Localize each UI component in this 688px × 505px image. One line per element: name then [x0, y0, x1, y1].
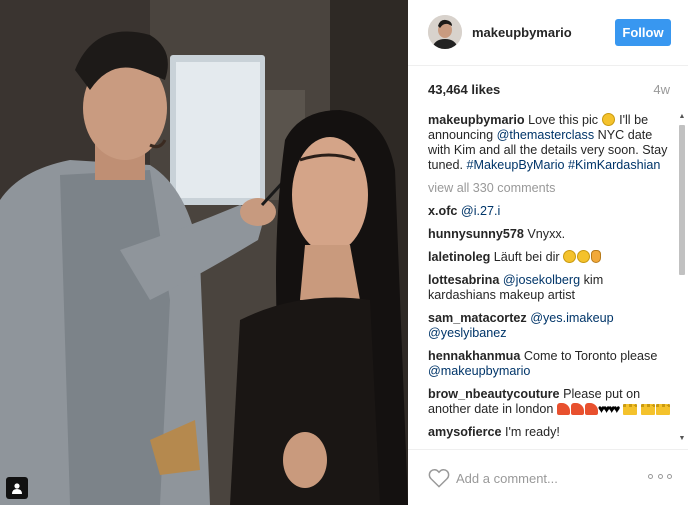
- caption: makeupbymario Love this pic I'll be anno…: [428, 113, 674, 173]
- comment-item: lottesabrina @josekolberg kim kardashian…: [428, 273, 674, 303]
- comment-item: laletinoleg Läuft bei dir: [428, 250, 674, 265]
- heart-outline-icon[interactable]: [428, 468, 450, 488]
- comment-mention[interactable]: @josekolberg: [503, 273, 580, 287]
- comments-scrollbar[interactable]: ▲ ▼: [678, 113, 686, 443]
- scroll-down-arrow-icon[interactable]: ▼: [678, 435, 686, 443]
- comment-item: amysofierce I'm ready!: [428, 425, 674, 440]
- grinning-emoji-icon: [563, 250, 577, 263]
- crown-emoji-icon: [641, 404, 656, 415]
- comment-text: Come to Toronto please: [523, 349, 658, 363]
- comment-text: Läuft bei dir: [493, 250, 560, 264]
- high-heel-emoji-icon: [584, 403, 598, 415]
- likes-count[interactable]: 43,464 likes: [428, 82, 500, 97]
- comment-username[interactable]: brow_nbeautycouture: [428, 387, 560, 401]
- dot: [667, 474, 672, 479]
- comment-username[interactable]: amysofierce: [428, 425, 502, 439]
- comment-mention[interactable]: @yeslyibanez: [428, 326, 507, 340]
- post-header: makeupbymario Follow: [408, 0, 688, 66]
- follow-button[interactable]: Follow: [615, 19, 671, 46]
- caption-hashtag[interactable]: #KimKardashian: [568, 158, 660, 172]
- avatar-image: [428, 15, 462, 49]
- comment-username[interactable]: lottesabrina: [428, 273, 499, 287]
- comments-list[interactable]: makeupbymario Love this pic I'll be anno…: [428, 113, 674, 443]
- more-options-icon[interactable]: [648, 474, 672, 482]
- comment-item: x.ofc @i.27.i: [428, 204, 674, 219]
- comment-mention[interactable]: @yes.imakeup: [530, 311, 613, 325]
- comment-username[interactable]: laletinoleg: [428, 250, 490, 264]
- comment-username[interactable]: hennakhanmua: [428, 349, 520, 363]
- post-footer: [408, 449, 688, 505]
- smiling-emoji-icon: [601, 113, 615, 126]
- comment-item: hennakhanmua Come to Toronto please @mak…: [428, 349, 674, 379]
- black-heart-emoji-icon: ♥: [613, 402, 621, 416]
- crown-emoji-icon: [622, 404, 637, 415]
- comment-item: sam_matacortez @yes.imakeup @yeslyibanez: [428, 311, 674, 341]
- post-photo[interactable]: [0, 0, 408, 505]
- user-tag-glyph: [12, 483, 22, 494]
- likes-row: 43,464 likes 4w: [428, 82, 670, 98]
- comment-item: hunnysunny578 Vnyxx.: [428, 227, 674, 242]
- scroll-up-arrow-icon[interactable]: ▲: [678, 113, 686, 121]
- avatar[interactable]: [428, 15, 462, 49]
- post-age[interactable]: 4w: [653, 82, 670, 97]
- user-tag-icon[interactable]: [6, 477, 28, 499]
- caption-username[interactable]: makeupbymario: [428, 113, 525, 127]
- post-sidebar: makeupbymario Follow 43,464 likes 4w mak…: [408, 0, 688, 505]
- crown-emoji-icon: [656, 404, 671, 415]
- post-username[interactable]: makeupbymario: [472, 25, 572, 40]
- scroll-thumb[interactable]: [679, 125, 685, 275]
- caption-hashtag[interactable]: #MakeupByMario: [467, 158, 565, 172]
- comment-mention[interactable]: @makeupbymario: [428, 364, 530, 378]
- comment-username[interactable]: x.ofc: [428, 204, 457, 218]
- comment-text: Vnyxx.: [527, 227, 566, 241]
- comment-username[interactable]: hunnysunny578: [428, 227, 524, 241]
- dot: [657, 474, 663, 479]
- smirking-emoji-icon: [577, 250, 591, 263]
- caption-text: Love this pic: [528, 113, 602, 127]
- comment-username[interactable]: sam_matacortez: [428, 311, 527, 325]
- comment-item: brow_nbeautycouture Please put on anothe…: [428, 387, 674, 417]
- view-all-comments-link[interactable]: view all 330 comments: [428, 181, 674, 196]
- photo-illustration: [0, 0, 408, 505]
- add-comment-input[interactable]: [456, 467, 636, 489]
- high-heel-emoji-icon: [570, 403, 584, 415]
- comment-text: I'm ready!: [505, 425, 560, 439]
- high-heel-emoji-icon: [556, 403, 570, 415]
- ok-hand-emoji-icon: [591, 250, 602, 263]
- comment-mention[interactable]: @i.27.i: [461, 204, 500, 218]
- dot: [648, 474, 653, 479]
- caption-mention[interactable]: @themasterclass: [497, 128, 594, 142]
